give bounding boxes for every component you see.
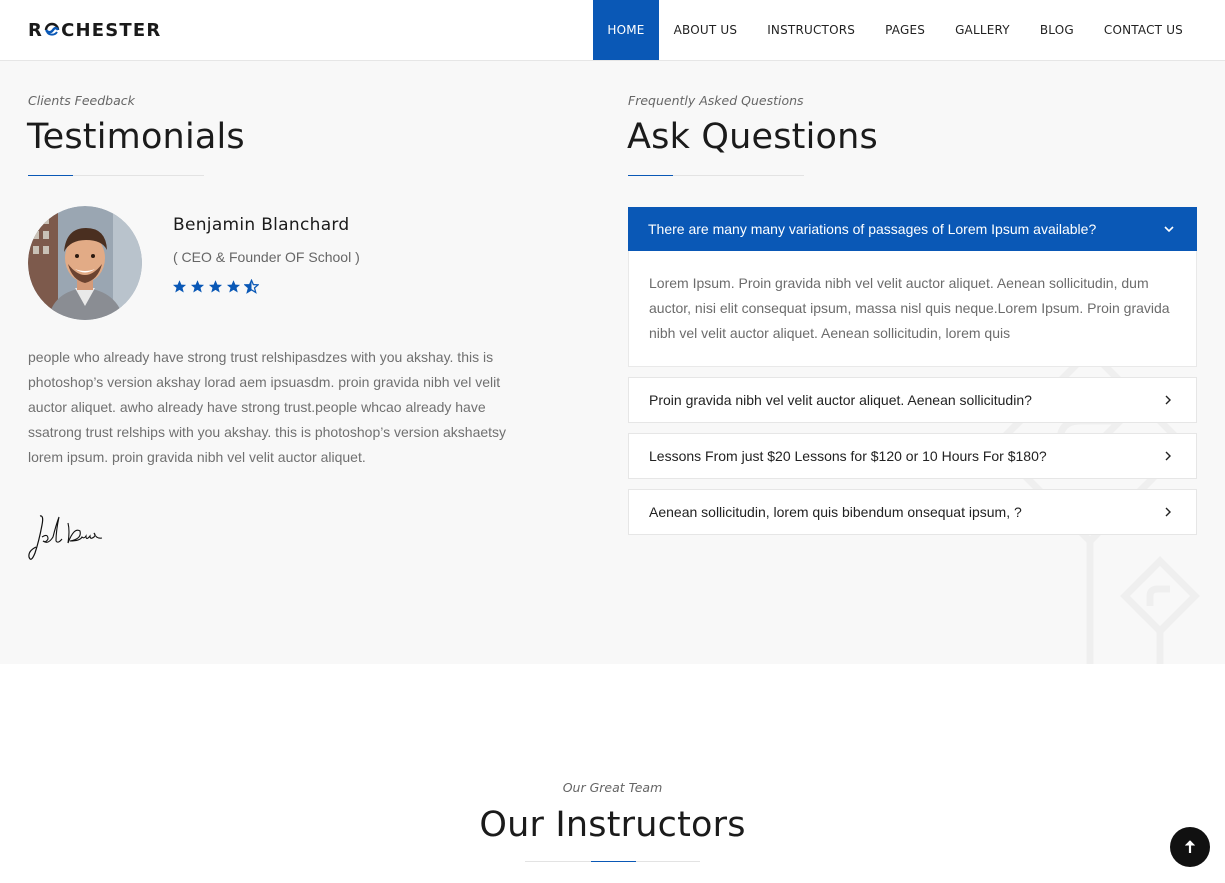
signature-image xyxy=(28,515,103,560)
faq-answer: Lorem Ipsum. Proin gravida nibh vel veli… xyxy=(628,251,1197,367)
divider-accent xyxy=(28,175,73,176)
faq-item[interactable]: Aenean sollicitudin, lorem quis bibendum… xyxy=(628,489,1197,535)
chevron-right-icon xyxy=(1165,451,1171,461)
faq-divider xyxy=(628,175,804,176)
avatar-photo xyxy=(28,206,142,320)
scroll-to-top-button[interactable] xyxy=(1170,827,1210,867)
chevron-right-icon xyxy=(1165,507,1171,517)
testimonial-quote: people who already have strong trust rel… xyxy=(28,349,507,465)
site-header: R CHESTER HOME ABOUT US INSTRUCTORS PAGE… xyxy=(0,0,1225,61)
star-half-icon xyxy=(244,279,259,294)
instructors-title: Our Instructors xyxy=(479,805,746,845)
main-nav: HOME ABOUT US INSTRUCTORS PAGES GALLERY … xyxy=(593,0,1225,60)
logo-letters-rest: CHESTER xyxy=(61,19,162,41)
nav-about-us[interactable]: ABOUT US xyxy=(659,0,753,60)
person-role: ( CEO & Founder OF School ) xyxy=(173,249,360,265)
nav-contact-us[interactable]: CONTACT US xyxy=(1089,0,1198,60)
nav-gallery[interactable]: GALLERY xyxy=(940,0,1025,60)
instructors-divider xyxy=(525,861,700,862)
nav-pages[interactable]: PAGES xyxy=(870,0,940,60)
testimonials-title: Testimonials xyxy=(27,117,245,157)
faq-question: Aenean sollicitudin, lorem quis bibendum… xyxy=(649,504,1022,520)
star-icon xyxy=(208,280,223,293)
faq-question: There are many many variations of passag… xyxy=(648,221,1097,237)
faq-question: Lessons From just $20 Lessons for $120 o… xyxy=(649,448,1047,464)
divider-accent xyxy=(591,861,636,862)
logo-letter-r: R xyxy=(28,19,44,41)
arrow-up-icon xyxy=(1185,840,1195,853)
instructors-eyebrow: Our Great Team xyxy=(562,780,663,795)
faq-question: Proin gravida nibh vel velit auctor aliq… xyxy=(649,392,1032,408)
chevron-right-icon xyxy=(1165,395,1171,405)
nav-instructors[interactable]: INSTRUCTORS xyxy=(752,0,870,60)
swirl-o-icon xyxy=(44,22,60,36)
faq-item-open-header[interactable]: There are many many variations of passag… xyxy=(628,207,1197,251)
nav-home[interactable]: HOME xyxy=(593,0,659,60)
site-logo[interactable]: R CHESTER xyxy=(28,19,161,41)
avatar xyxy=(28,206,142,320)
star-icon xyxy=(226,280,241,293)
testimonials-divider xyxy=(28,175,204,176)
rating-stars xyxy=(172,279,259,294)
star-icon xyxy=(190,280,205,293)
testimonials-eyebrow: Clients Feedback xyxy=(28,93,135,108)
faq-eyebrow: Frequently Asked Questions xyxy=(628,93,804,108)
testimonials-faq-section: Clients Feedback Testimonials Benjamin B… xyxy=(0,61,1225,664)
nav-blog[interactable]: BLOG xyxy=(1025,0,1089,60)
divider-accent xyxy=(628,175,673,176)
person-name: Benjamin Blanchard xyxy=(173,215,350,235)
faq-title: Ask Questions xyxy=(627,117,878,157)
faq-item[interactable]: Proin gravida nibh vel velit auctor aliq… xyxy=(628,377,1197,423)
star-icon xyxy=(172,280,187,293)
chevron-down-icon xyxy=(1164,226,1174,233)
faq-item[interactable]: Lessons From just $20 Lessons for $120 o… xyxy=(628,433,1197,479)
